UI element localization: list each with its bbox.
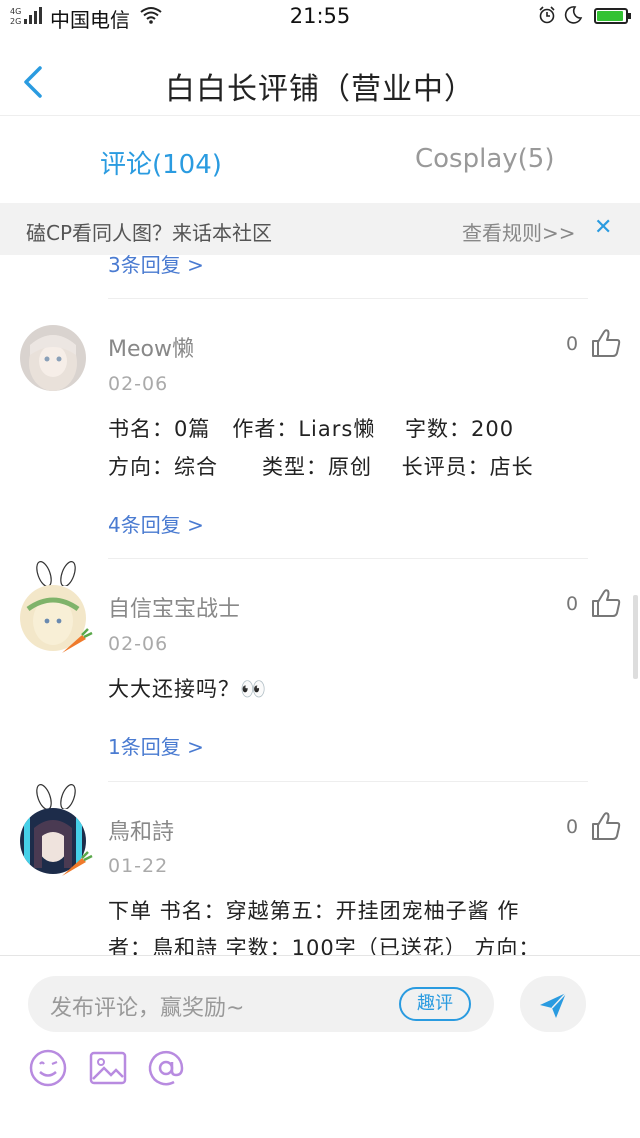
like-count: 0 (566, 816, 579, 838)
do-not-disturb-icon (564, 6, 583, 24)
comment-text-line: 书名：0篇 作者：Liars懒 字数：200 (108, 417, 515, 441)
image-icon[interactable] (88, 1048, 128, 1088)
comment-date: 02-06 (108, 633, 169, 655)
carrier-decoration (62, 851, 93, 876)
comment-username[interactable]: 鳥和詩 (108, 814, 174, 846)
tab-bar: 评论(104) Cosplay(5) (0, 128, 640, 198)
bunny-ears-decoration (36, 561, 76, 586)
comment-date: 01-22 (108, 855, 169, 877)
notice-text[interactable]: 磕CP看同人图？来话本社区 (26, 217, 272, 246)
mention-icon[interactable] (146, 1048, 186, 1088)
comment-text-line: 大大还接吗？👀 (108, 677, 268, 701)
alarm-icon (539, 6, 555, 24)
reply-count-link[interactable]: 3条回复 > (108, 255, 204, 278)
comment-date: 02-06 (108, 373, 169, 395)
comment-username[interactable]: Meow懒 (108, 331, 194, 363)
nav-header: 白白长评铺（营业中） (0, 50, 640, 116)
divider (108, 558, 588, 559)
send-button[interactable] (520, 976, 586, 1032)
comment-text-line: 下单 书名：穿越第五：开挂团宠柚子酱 作 (108, 899, 520, 923)
notice-banner: 磕CP看同人图？来话本社区 查看规则>> ✕ (0, 203, 640, 255)
battery-icon (594, 8, 631, 24)
thumbs-up-icon[interactable] (590, 810, 622, 842)
tab-comments[interactable]: 评论(104) (100, 144, 222, 181)
scrollbar-thumb[interactable] (633, 595, 638, 679)
carrier-decoration (62, 628, 93, 653)
comment-text-line: 方向：综合 类型：原创 长评员：店长 (108, 455, 534, 479)
close-icon[interactable]: ✕ (594, 215, 612, 240)
comment-input[interactable]: 发布评论，赢奖励~ 趣评 (28, 976, 494, 1032)
comment-text-line: 者：鳥和詩 字数：100字（已送花） 方向： (108, 936, 541, 955)
comment-composer: 发布评论，赢奖励~ 趣评 (0, 955, 640, 1138)
divider (108, 298, 588, 299)
divider (108, 781, 588, 782)
comment-username[interactable]: 自信宝宝战士 (108, 591, 240, 623)
page-title: 白白长评铺（营业中） (165, 72, 475, 107)
view-rules-link[interactable]: 查看规则>> (462, 217, 576, 246)
comment-input-placeholder: 发布评论，赢奖励~ (50, 996, 245, 1021)
thumbs-up-icon[interactable] (590, 587, 622, 619)
avatar[interactable] (20, 325, 86, 391)
thumbs-up-icon[interactable] (590, 327, 622, 359)
fun-review-button[interactable]: 趣评 (399, 987, 471, 1021)
comment-list[interactable]: 3条回复 > Meow懒 02-06 0 书名：0篇 作者：Liars懒 字数：… (0, 255, 640, 955)
tab-cosplay[interactable]: Cosplay(5) (415, 144, 554, 174)
comment-page: 4G 2G 中国电信 21:55 白白长评铺（营业中） 评论(104) Cosp… (0, 0, 640, 1138)
bunny-ears-decoration (36, 784, 76, 809)
like-count: 0 (566, 333, 579, 355)
reply-count-link[interactable]: 4条回复 > (108, 509, 204, 538)
reply-count-link[interactable]: 1条回复 > (108, 731, 204, 760)
emoji-icon[interactable] (28, 1048, 68, 1088)
status-bar: 4G 2G 中国电信 21:55 (0, 0, 640, 34)
like-count: 0 (566, 593, 579, 615)
